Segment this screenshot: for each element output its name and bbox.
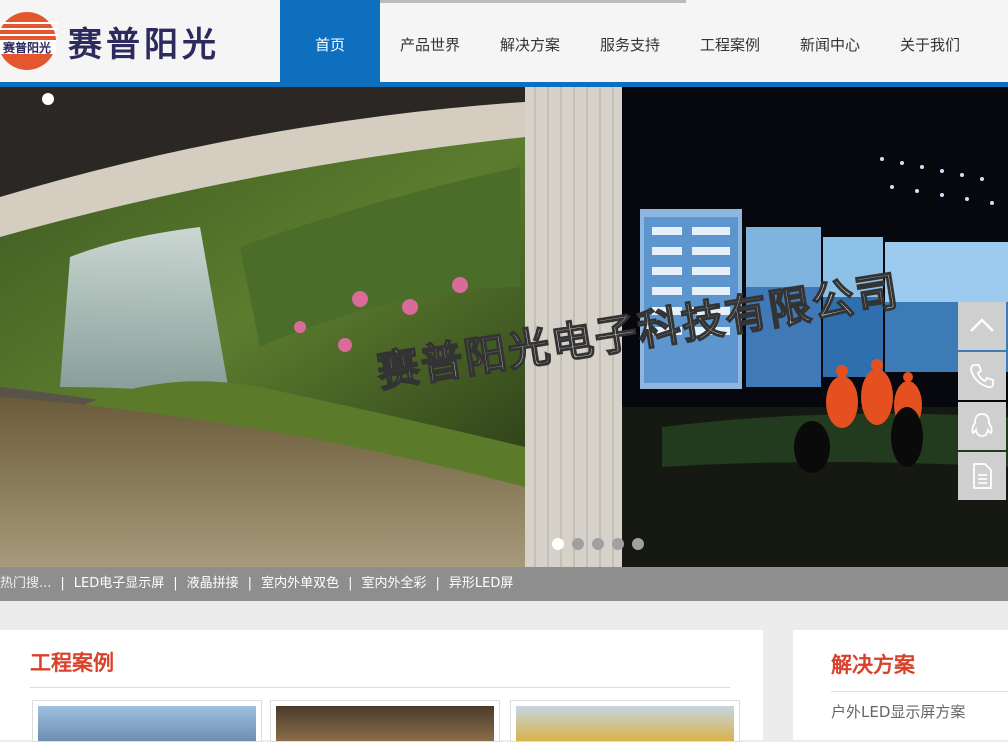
message-button[interactable]: [958, 452, 1006, 500]
hot-search-item[interactable]: 液晶拼接: [187, 576, 239, 591]
slider-pagination: [552, 538, 644, 550]
qq-icon: [971, 413, 993, 437]
site-header: 赛普阳光 赛普阳光 首页 产品世界 解决方案 服务支持 工程案例 新闻中心 关于…: [0, 0, 1008, 83]
nav-cases[interactable]: 工程案例: [680, 0, 780, 83]
hot-search-bar: 热门搜... | LED电子显示屏 | 液晶拼接 | 室内外单双色 | 室内外全彩 | 异形LED屏: [0, 567, 1008, 601]
nav-about[interactable]: 关于我们: [880, 0, 980, 83]
solutions-title[interactable]: 解决方案: [831, 649, 915, 679]
nav-news[interactable]: 新闻中心: [780, 0, 880, 83]
phone-button[interactable]: [958, 352, 1006, 400]
nav-home[interactable]: 首页: [280, 0, 380, 83]
hot-search-item[interactable]: 室内外全彩: [361, 576, 426, 591]
solutions-divider: [831, 691, 1008, 692]
back-to-top-button[interactable]: [958, 302, 1006, 350]
case-thumbnail[interactable]: [32, 700, 262, 742]
cases-section: 工程案例: [0, 630, 763, 742]
brand-name: 赛普阳光: [68, 24, 220, 65]
slider-dot-2[interactable]: [572, 538, 584, 550]
qq-button[interactable]: [958, 402, 1006, 450]
case-thumbnail[interactable]: [270, 700, 500, 742]
hero-image-stage-screens: [622, 87, 1008, 567]
cases-divider: [30, 687, 730, 688]
logo-mark-text: 赛普阳光: [2, 40, 51, 55]
nav-products[interactable]: 产品世界: [380, 0, 480, 83]
phone-icon: [970, 364, 994, 389]
hot-search-item[interactable]: 室内外单双色: [261, 576, 339, 591]
case-image: [38, 706, 256, 741]
solution-link[interactable]: 户外LED显示屏方案: [831, 701, 965, 722]
slider-dot-1[interactable]: [552, 538, 564, 550]
case-thumbnail[interactable]: [510, 700, 740, 742]
logo-sun-icon: 赛普阳光: [0, 10, 58, 72]
hero-image-waterfall-wall: [0, 87, 622, 567]
hot-search-item[interactable]: 异形LED屏: [449, 576, 513, 591]
cases-title[interactable]: 工程案例: [30, 647, 114, 677]
slider-dot-3[interactable]: [592, 538, 604, 550]
nav-solutions[interactable]: 解决方案: [480, 0, 580, 83]
nav-support[interactable]: 服务支持: [580, 0, 680, 83]
arrow-up-icon: [970, 318, 994, 332]
case-image: [276, 706, 494, 741]
case-image: [516, 706, 734, 741]
hero-banner[interactable]: 赛普阳光电子科技有限公司: [0, 87, 1008, 567]
site-logo[interactable]: 赛普阳光 赛普阳光: [0, 8, 250, 74]
slider-dot-5[interactable]: [632, 538, 644, 550]
hot-search-label: 热门搜...: [0, 576, 52, 591]
slider-dot-4[interactable]: [612, 538, 624, 550]
floating-toolbar: [958, 302, 1008, 502]
document-icon: [973, 463, 992, 489]
solutions-section: 解决方案 户外LED显示屏方案: [793, 630, 1008, 740]
hot-search-item[interactable]: LED电子显示屏: [74, 576, 164, 591]
main-nav: 首页 产品世界 解决方案 服务支持 工程案例 新闻中心 关于我们: [280, 0, 980, 83]
